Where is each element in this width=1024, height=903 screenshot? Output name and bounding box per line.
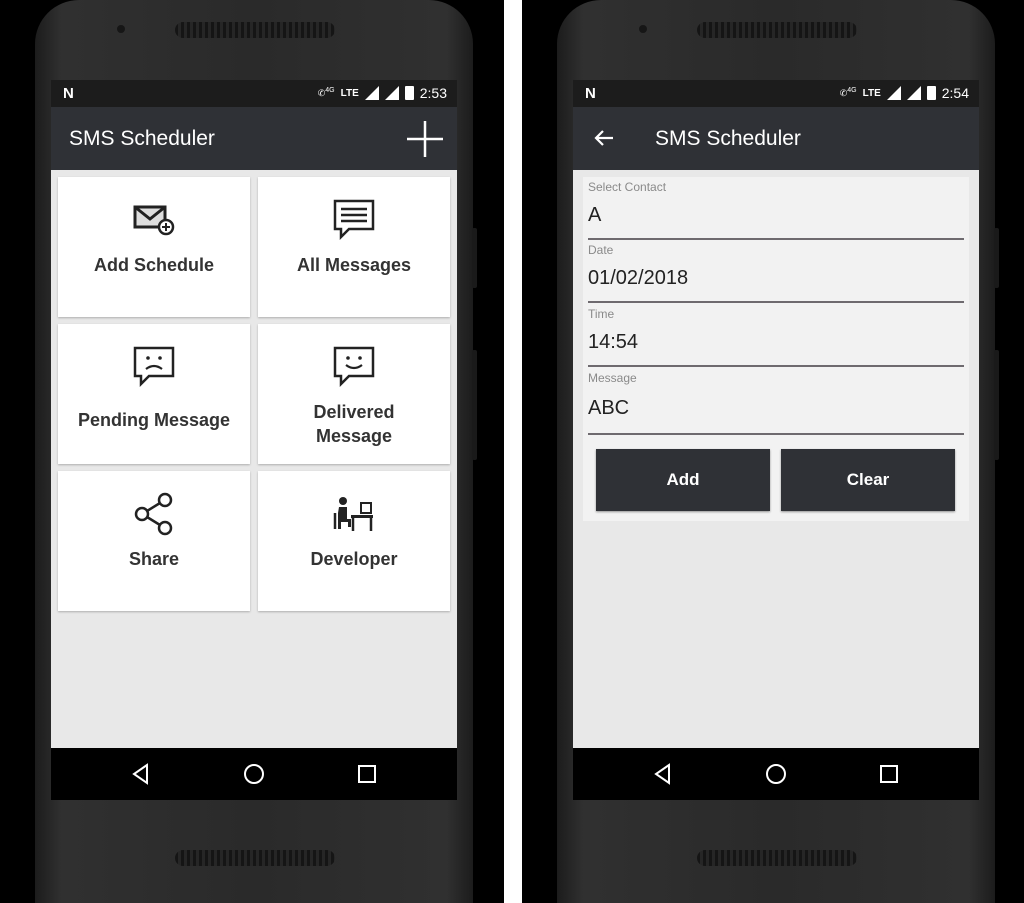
field-value: 01/02/2018 <box>588 267 689 289</box>
tile-all-messages[interactable]: All Messages <box>258 177 450 317</box>
message-sad-icon <box>133 346 175 388</box>
signal-icon <box>906 86 921 100</box>
call-4g-icon: ✆4G <box>317 87 335 98</box>
volume-button <box>472 228 477 288</box>
tile-label: Delivered Message <box>313 402 395 446</box>
message-lines-icon <box>333 199 375 241</box>
add-button[interactable]: Add <box>596 449 770 511</box>
app-bar: SMS Scheduler <box>573 107 979 170</box>
front-camera <box>639 25 647 33</box>
bottom-speaker <box>175 850 335 866</box>
network-sub-label: 4G <box>847 87 857 94</box>
phone-frame-left: N ✆4G LTE 2:53 SMS Scheduler Add Schedul… <box>35 0 477 903</box>
message-smile-icon <box>333 346 375 388</box>
app-title: SMS Scheduler <box>69 127 215 150</box>
battery-icon <box>926 86 936 100</box>
recents-square-icon[interactable] <box>355 762 379 786</box>
call-4g-icon: ✆4G <box>839 87 857 98</box>
field-value: A <box>588 204 602 226</box>
mail-add-icon <box>133 205 175 236</box>
front-camera <box>117 25 125 33</box>
field-underline <box>588 238 964 240</box>
power-button <box>472 350 477 460</box>
field-label: Date <box>588 243 614 257</box>
nav-bar <box>573 748 979 800</box>
tile-delivered-message[interactable]: Delivered Message <box>258 324 450 464</box>
status-bar: N ✆4G LTE 2:53 <box>51 80 457 107</box>
top-speaker <box>697 22 857 38</box>
nav-bar <box>51 748 457 800</box>
tile-label: Share <box>128 549 180 569</box>
home-screen: N ✆4G LTE 2:53 SMS Scheduler Add Schedul… <box>51 80 457 800</box>
field-value: ABC <box>588 397 630 419</box>
field-label: Select Contact <box>588 180 667 194</box>
app-bar: SMS Scheduler <box>51 107 457 170</box>
tile-pending-message[interactable]: Pending Message <box>58 324 250 464</box>
image-divider <box>504 0 522 903</box>
tile-developer[interactable]: Developer <box>258 471 450 611</box>
add-schedule-screen: N ✆4G LTE 2:54 SMS Scheduler Select Cont… <box>573 80 979 800</box>
message-field[interactable]: Message ABC <box>588 371 964 437</box>
field-value: 14:54 <box>588 331 639 353</box>
status-time: 2:54 <box>941 85 969 101</box>
notification-n-icon: N <box>63 85 74 102</box>
tile-label: Pending Message <box>77 410 231 430</box>
plus-icon[interactable] <box>405 119 445 159</box>
date-field[interactable]: Date 01/02/2018 <box>588 243 964 305</box>
home-circle-icon[interactable] <box>242 762 266 786</box>
back-triangle-icon[interactable] <box>651 762 675 786</box>
phone-frame-right: N ✆4G LTE 2:54 SMS Scheduler Select Cont… <box>557 0 999 903</box>
tile-add-schedule[interactable]: Add Schedule <box>58 177 250 317</box>
select-contact-field[interactable]: Select Contact A <box>588 180 964 242</box>
tile-label: All Messages <box>296 255 412 275</box>
signal-icon <box>384 86 399 100</box>
volume-button <box>994 228 999 288</box>
power-button <box>994 350 999 460</box>
battery-icon <box>404 86 414 100</box>
tile-label: Developer <box>310 549 398 569</box>
tile-share[interactable]: Share <box>58 471 250 611</box>
field-label: Time <box>588 307 615 321</box>
lte-label: LTE <box>862 87 881 99</box>
status-bar: N ✆4G LTE 2:54 <box>573 80 979 107</box>
recents-square-icon[interactable] <box>877 762 901 786</box>
bottom-speaker <box>697 850 857 866</box>
notification-n-icon: N <box>585 85 596 102</box>
back-arrow-icon[interactable] <box>593 127 615 149</box>
time-field[interactable]: Time 14:54 <box>588 307 964 369</box>
clear-button[interactable]: Clear <box>781 449 955 511</box>
tile-label: Add Schedule <box>93 255 214 275</box>
field-label: Message <box>588 371 637 385</box>
field-underline <box>588 365 964 367</box>
schedule-form: Select Contact A Date 01/02/2018 Time 14… <box>583 177 969 521</box>
top-speaker <box>175 22 335 38</box>
back-triangle-icon[interactable] <box>129 762 153 786</box>
lte-label: LTE <box>340 87 359 99</box>
developer-desk-icon <box>333 497 373 531</box>
home-circle-icon[interactable] <box>764 762 788 786</box>
field-underline <box>588 433 964 435</box>
app-title: SMS Scheduler <box>655 127 801 150</box>
network-sub-label: 4G <box>325 87 335 94</box>
signal-icon <box>886 86 901 100</box>
status-time: 2:53 <box>419 85 447 101</box>
field-underline <box>588 301 964 303</box>
share-icon <box>134 492 173 536</box>
signal-icon <box>364 86 379 100</box>
